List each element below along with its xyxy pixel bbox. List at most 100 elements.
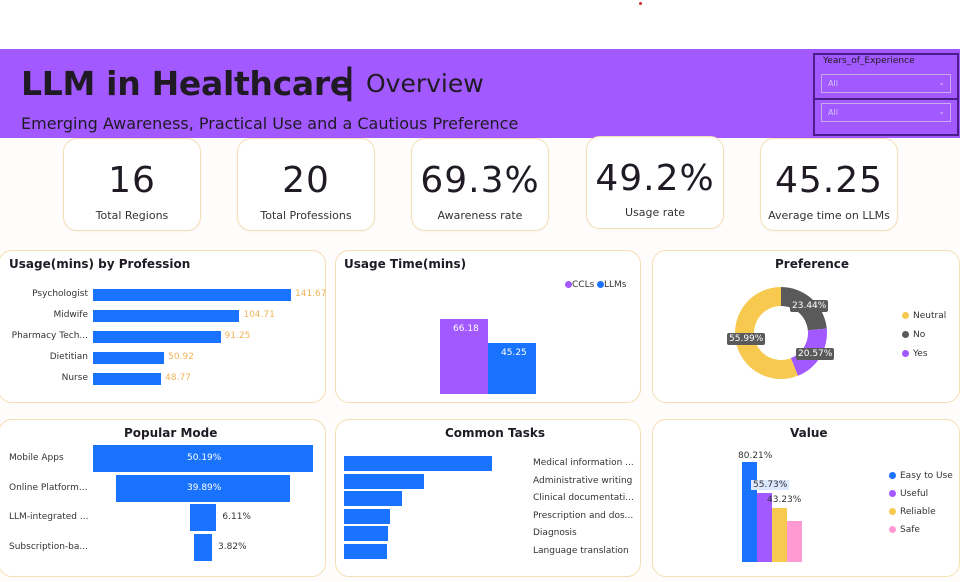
top-bar bbox=[0, 0, 960, 49]
legend-item-easy-to-use[interactable]: Easy to Use bbox=[889, 471, 953, 481]
bar bbox=[344, 473, 424, 489]
panel-title: Preference bbox=[775, 257, 850, 271]
legend-dot bbox=[597, 281, 604, 288]
bar bbox=[93, 289, 291, 301]
data-label: 6.11% bbox=[222, 512, 251, 522]
kpi-label: Total Professions bbox=[260, 209, 352, 222]
kpi-value: 20 bbox=[282, 160, 330, 201]
dashboard: LLM in Healthcare | Overview Emerging Aw… bbox=[0, 0, 960, 582]
bar-label: Psychologist bbox=[32, 289, 88, 299]
legend-label: Easy to Use bbox=[900, 471, 953, 481]
kpi-card-usage[interactable]: 49.2% Usage rate bbox=[586, 136, 724, 229]
data-label: 50.19% bbox=[187, 453, 222, 463]
data-label: 3.82% bbox=[218, 542, 247, 552]
data-label: 50.92 bbox=[168, 352, 194, 362]
bar bbox=[344, 543, 387, 559]
kpi-label: Average time on LLMs bbox=[768, 209, 890, 222]
legend-dot bbox=[889, 508, 896, 515]
page-subtitle: Overview bbox=[366, 69, 484, 98]
slicer-divider bbox=[813, 98, 959, 100]
bar-safe bbox=[787, 520, 802, 562]
legend-item-safe[interactable]: Safe bbox=[889, 525, 920, 535]
slicer-title: Years_of_Experience bbox=[823, 56, 915, 66]
bar-label: Nurse bbox=[61, 373, 88, 383]
legend-item-reliable[interactable]: Reliable bbox=[889, 507, 936, 517]
page-title: LLM in Healthcare bbox=[21, 64, 352, 103]
kpi-label: Awareness rate bbox=[437, 209, 523, 222]
bar-label: Diagnosis bbox=[533, 528, 577, 538]
panel-title: Popular Mode bbox=[124, 426, 218, 440]
chevron-down-icon: ⌄ bbox=[938, 78, 945, 87]
donut-data-label: 20.57% bbox=[796, 348, 835, 360]
donut-data-label: 55.99% bbox=[727, 333, 766, 345]
bar-label: Medical information ... bbox=[533, 458, 634, 468]
slicer-dropdown-2[interactable]: All ⌄ bbox=[821, 103, 951, 122]
kpi-value: 69.3% bbox=[420, 160, 540, 201]
slicer-dropdown-1[interactable]: All ⌄ bbox=[821, 74, 951, 93]
bar bbox=[93, 373, 162, 385]
bar bbox=[344, 526, 389, 541]
title-separator: | bbox=[343, 62, 356, 102]
data-label: 55.73% bbox=[751, 480, 790, 490]
kpi-value: 16 bbox=[108, 160, 156, 201]
legend-item-yes[interactable]: Yes bbox=[902, 349, 928, 359]
legend-label: LLMs bbox=[604, 280, 627, 290]
legend-dot bbox=[565, 281, 572, 288]
bar bbox=[93, 310, 240, 322]
legend-label: Safe bbox=[900, 525, 920, 535]
bar bbox=[93, 331, 221, 343]
bar-label: Dietitian bbox=[49, 352, 88, 362]
legend-dot bbox=[889, 472, 896, 479]
kpi-card-awareness[interactable]: 69.3% Awareness rate bbox=[411, 138, 549, 231]
slicer-dropdown-1-value: All bbox=[828, 79, 838, 88]
kpi-label: Total Regions bbox=[95, 209, 169, 222]
funnel-bar bbox=[194, 534, 212, 561]
kpi-value: 49.2% bbox=[595, 158, 715, 199]
bar-reliable bbox=[772, 508, 787, 562]
data-label: 91.25 bbox=[224, 331, 251, 341]
data-label: 48.77 bbox=[165, 373, 191, 383]
bar-label: Clinical documentati... bbox=[533, 493, 634, 503]
legend-label: CCLs bbox=[572, 280, 595, 290]
donut-data-label: 23.44% bbox=[790, 300, 829, 312]
funnel-bar bbox=[189, 504, 217, 531]
bar-label: Prescription and dos... bbox=[533, 510, 634, 521]
legend-label: Neutral bbox=[913, 311, 947, 321]
legend-dot bbox=[889, 526, 896, 533]
slicer-dropdown-2-value: All bbox=[828, 108, 838, 117]
data-label: 104.71 bbox=[243, 310, 275, 320]
legend-label: Yes bbox=[913, 349, 928, 359]
data-label: 141.67 bbox=[295, 289, 327, 299]
indicator-dot bbox=[639, 2, 642, 5]
kpi-label: Usage rate bbox=[624, 206, 686, 219]
panel-title: Usage(mins) by Profession bbox=[9, 257, 191, 271]
funnel-label: Online Platform... bbox=[9, 483, 88, 493]
kpi-card-professions[interactable]: 20 Total Professions bbox=[237, 138, 375, 231]
legend-item-no[interactable]: No bbox=[902, 330, 925, 340]
legend-item-useful[interactable]: Useful bbox=[889, 489, 928, 499]
panel-title: Usage Time(mins) bbox=[344, 257, 467, 271]
funnel-label: Subscription-ba... bbox=[9, 542, 88, 552]
legend-label: Useful bbox=[900, 489, 929, 499]
bar bbox=[344, 491, 402, 506]
data-label: 39.89% bbox=[187, 483, 222, 493]
legend-dot bbox=[902, 331, 909, 338]
data-label: 66.18 bbox=[453, 324, 479, 334]
panel-title: Common Tasks bbox=[445, 426, 546, 440]
chevron-down-icon: ⌄ bbox=[938, 107, 945, 116]
legend-item-llms[interactable]: LLMs bbox=[597, 280, 626, 290]
legend-label: Reliable bbox=[900, 507, 936, 517]
page-tagline: Emerging Awareness, Practical Use and a … bbox=[21, 114, 519, 133]
legend-item-ccls[interactable]: CCLs bbox=[565, 280, 594, 290]
bar bbox=[93, 352, 165, 364]
funnel-label: LLM-integrated ... bbox=[9, 512, 89, 522]
legend-item-neutral[interactable]: Neutral bbox=[902, 311, 946, 321]
panel-title: Value bbox=[790, 426, 828, 440]
bar-label: Administrative writing bbox=[533, 475, 633, 486]
kpi-card-avg-time[interactable]: 45.25 Average time on LLMs bbox=[760, 138, 898, 231]
kpi-card-regions[interactable]: 16 Total Regions bbox=[63, 138, 201, 231]
data-label: 80.21% bbox=[738, 451, 773, 461]
data-label: 45.25 bbox=[501, 347, 527, 358]
legend-dot bbox=[902, 312, 909, 319]
legend-dot bbox=[889, 490, 896, 497]
